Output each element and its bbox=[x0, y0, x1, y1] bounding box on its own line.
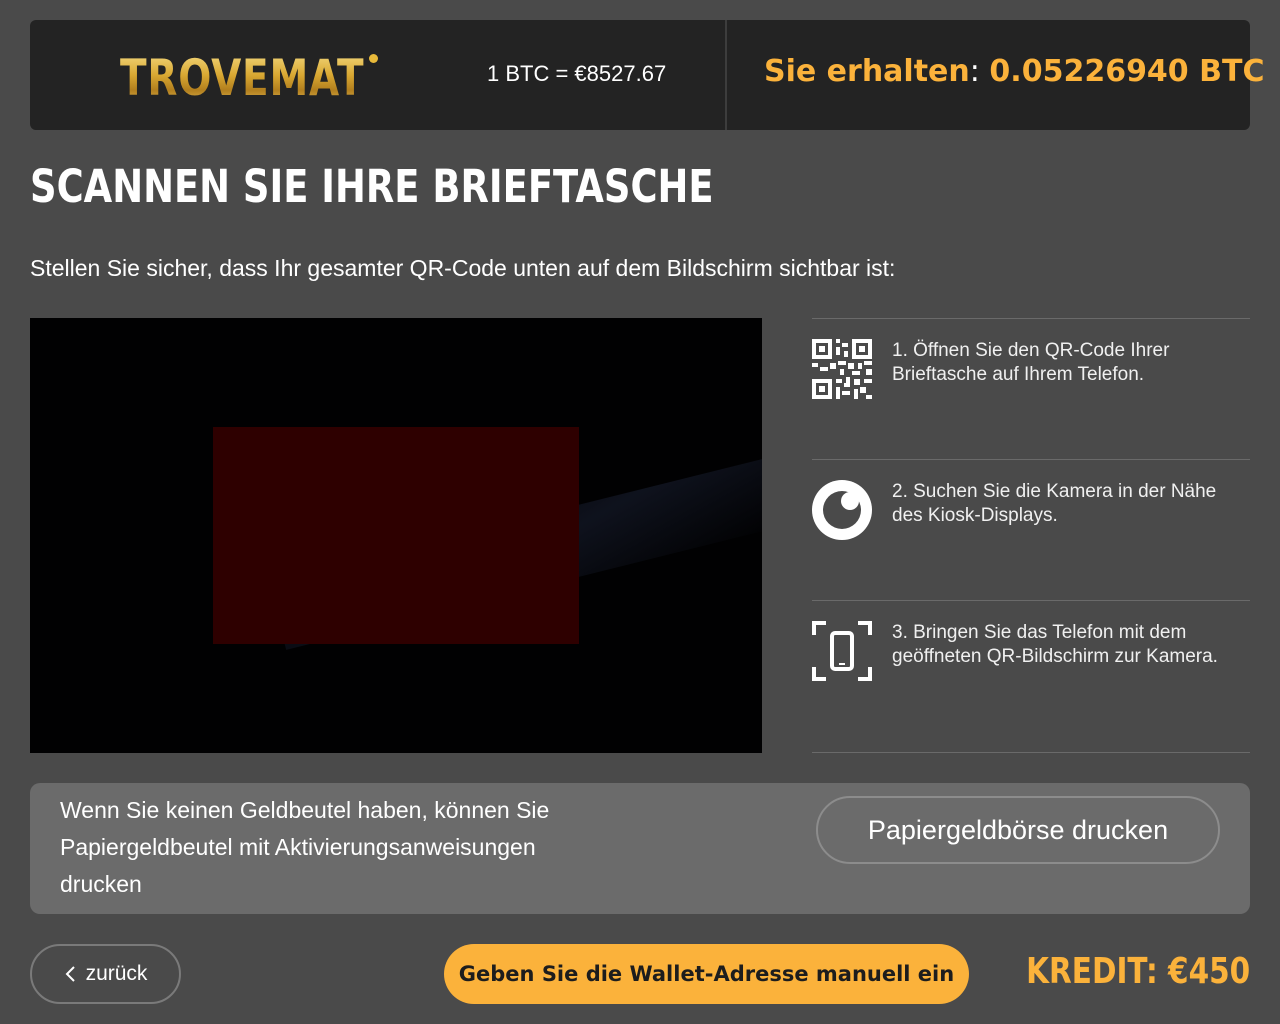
receive-separator: : bbox=[969, 54, 990, 89]
page-subtitle: Stellen Sie sicher, dass Ihr gesamter QR… bbox=[30, 255, 896, 281]
step-text: 1. Öffnen Sie den QR-Code Ihrer Brieftas… bbox=[892, 340, 1170, 385]
manual-address-button[interactable]: Geben Sie die Wallet-Adresse manuell ein bbox=[444, 944, 969, 1004]
header-bar: TROVEMAT 1 BTC = €8527.67 Sie erhalten: … bbox=[30, 20, 1264, 130]
receive-value: 0.05226940 BTC bbox=[989, 54, 1265, 89]
step-item: 2. Suchen Sie die Kamera in der Nähe des… bbox=[812, 459, 1250, 600]
qr-code-icon bbox=[812, 339, 872, 399]
phone-scan-icon bbox=[812, 621, 872, 681]
chevron-left-icon bbox=[65, 966, 75, 982]
camera-preview bbox=[30, 318, 762, 753]
receive-label: Sie erhalten bbox=[764, 54, 970, 89]
step-item: 1. Öffnen Sie den QR-Code Ihrer Brieftas… bbox=[812, 318, 1250, 459]
exchange-rate: 1 BTC = €8527.67 bbox=[487, 61, 667, 86]
trovemat-logo: TROVEMAT bbox=[120, 48, 433, 108]
camera-eye-icon bbox=[812, 480, 872, 540]
receive-amount: Sie erhalten: 0.05226940 BTC bbox=[764, 50, 1264, 94]
back-button[interactable]: zurück bbox=[30, 944, 181, 1004]
paper-wallet-text: Wenn Sie keinen Geldbeutel haben, können… bbox=[60, 797, 550, 897]
instruction-steps: 1. Öffnen Sie den QR-Code Ihrer Brieftas… bbox=[812, 318, 1250, 753]
logo-dot bbox=[369, 54, 378, 63]
credit-display: KREDIT: €450 bbox=[1025, 951, 1250, 992]
step-text: 3. Bringen Sie das Telefon mit dem geöff… bbox=[892, 622, 1218, 667]
scan-target-area bbox=[213, 427, 579, 644]
page-title: SCANNEN SIE IHRE BRIEFTASCHE bbox=[30, 160, 714, 213]
header-divider bbox=[725, 20, 727, 130]
back-button-label: zurück bbox=[85, 962, 148, 985]
print-paper-wallet-button[interactable]: Papiergeldbörse drucken bbox=[816, 796, 1220, 864]
step-item: 3. Bringen Sie das Telefon mit dem geöff… bbox=[812, 600, 1250, 753]
logo-text: TROVEMAT bbox=[120, 49, 365, 107]
paper-wallet-panel: Wenn Sie keinen Geldbeutel haben, können… bbox=[30, 783, 1250, 914]
step-text: 2. Suchen Sie die Kamera in der Nähe des… bbox=[892, 481, 1217, 526]
